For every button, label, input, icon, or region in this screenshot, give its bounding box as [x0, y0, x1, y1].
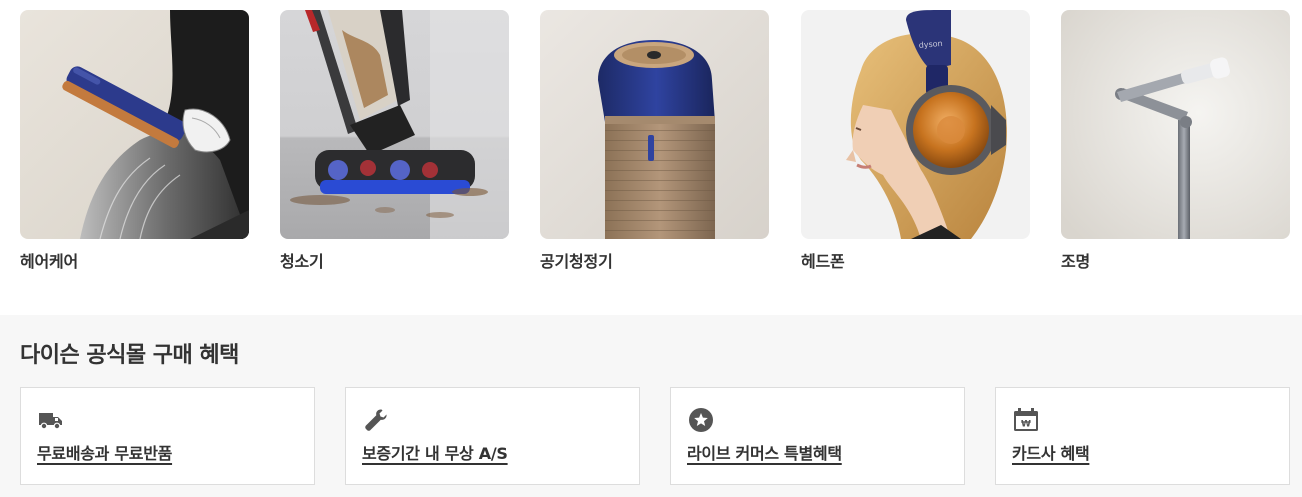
lighting-image[interactable]: [1061, 10, 1290, 239]
benefit-card-warranty[interactable]: 보증기간 내 무상 A/S: [345, 387, 640, 485]
category-label[interactable]: 헤드폰: [801, 252, 1030, 272]
category-label[interactable]: 공기청정기: [540, 252, 769, 272]
category-label[interactable]: 헤어케어: [20, 252, 249, 272]
headphones-image[interactable]: dyson: [801, 10, 1030, 239]
benefits-section: 다이슨 공식몰 구매 혜택 무료배송과 무료반품 보증기간 내 무상 A/S 라…: [0, 315, 1302, 497]
hair-straightener-photo: [20, 10, 249, 239]
benefit-card-live-commerce[interactable]: 라이브 커머스 특별혜택: [670, 387, 965, 485]
category-haircare[interactable]: 헤어케어: [20, 10, 249, 272]
wrench-icon: [363, 407, 389, 433]
headphones-photo: dyson: [801, 10, 1030, 239]
category-section: 헤어케어 청소기 공기청정기 dyson 헤드폰 조명: [0, 0, 1302, 315]
category-lighting[interactable]: 조명: [1061, 10, 1290, 272]
category-vacuum[interactable]: 청소기: [280, 10, 509, 272]
air-purifier-photo: [540, 10, 769, 239]
lamp-photo: [1061, 10, 1290, 239]
category-purifier[interactable]: 공기청정기: [540, 10, 769, 272]
category-label[interactable]: 조명: [1061, 252, 1290, 272]
category-label[interactable]: 청소기: [280, 252, 509, 272]
star-icon: [688, 407, 714, 433]
benefits-title: 다이슨 공식몰 구매 혜택: [20, 343, 239, 368]
purifier-image[interactable]: [540, 10, 769, 239]
benefit-link[interactable]: 보증기간 내 무상 A/S: [362, 444, 508, 464]
benefit-card-card-offers[interactable]: ₩ 카드사 혜택: [995, 387, 1290, 485]
truck-icon: [38, 407, 64, 433]
wet-vacuum-photo: [280, 10, 509, 239]
benefit-card-free-shipping[interactable]: 무료배송과 무료반품: [20, 387, 315, 485]
benefit-link[interactable]: 카드사 혜택: [1012, 444, 1090, 464]
vacuum-image[interactable]: [280, 10, 509, 239]
benefit-link[interactable]: 라이브 커머스 특별혜택: [687, 444, 842, 464]
category-headphones[interactable]: dyson 헤드폰: [801, 10, 1030, 272]
svg-text:₩: ₩: [1021, 420, 1031, 430]
card-calendar-icon: ₩: [1013, 407, 1039, 433]
benefit-link[interactable]: 무료배송과 무료반품: [37, 444, 172, 464]
haircare-image[interactable]: [20, 10, 249, 239]
